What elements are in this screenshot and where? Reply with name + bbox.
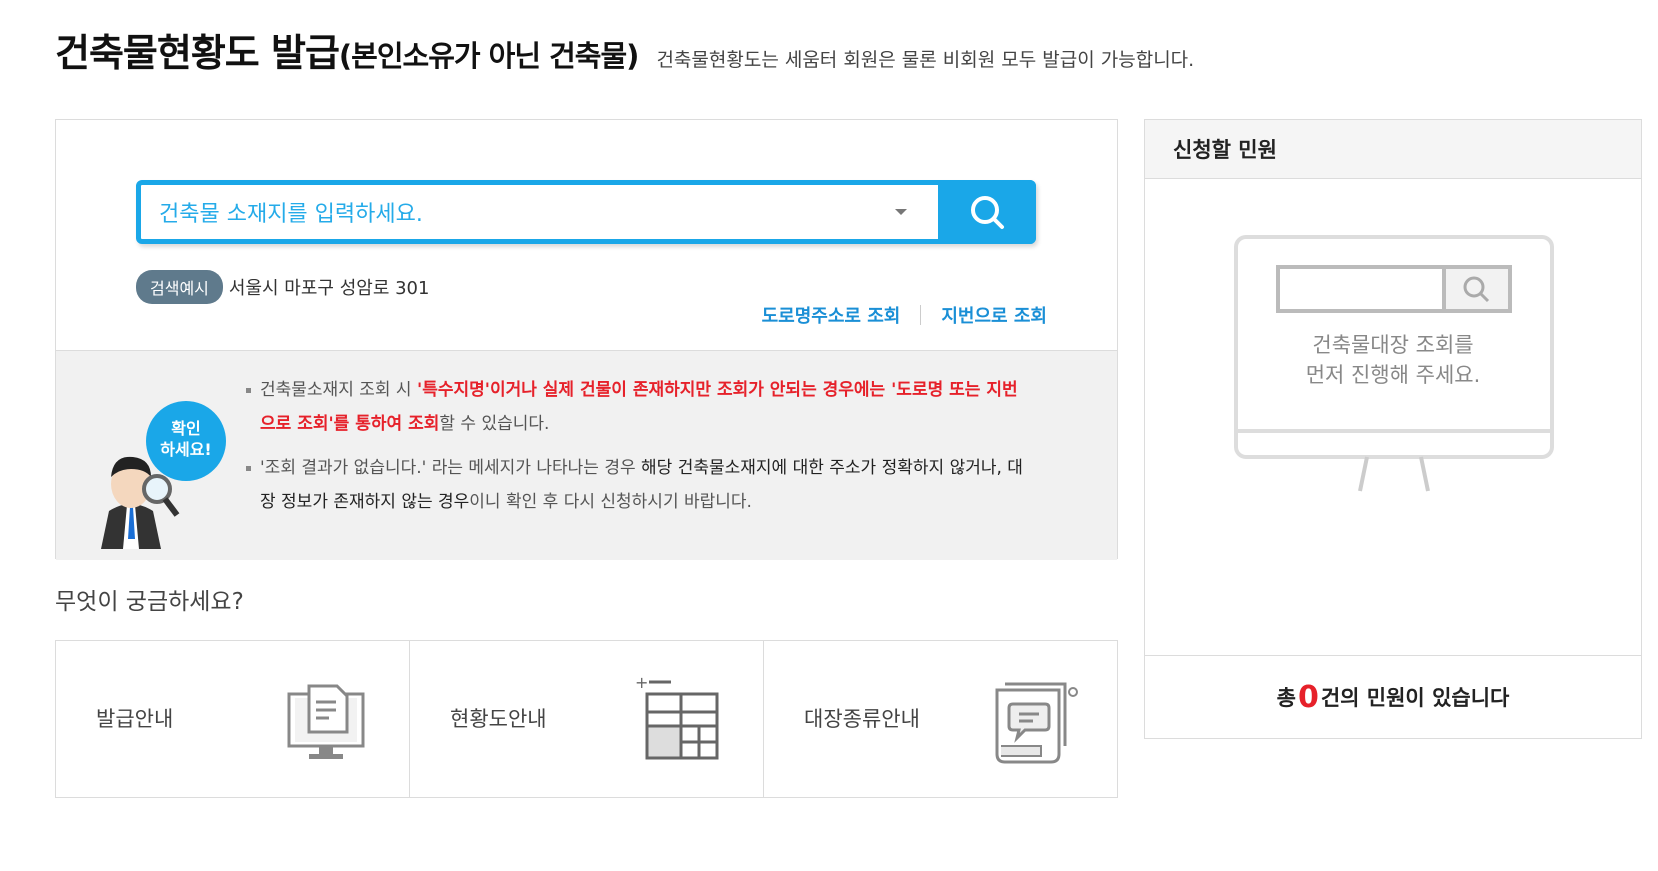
page-description: 건축물현황도는 세움터 회원은 물론 비회원 모두 발급이 가능합니다. [656,49,1195,71]
lookup-links: 도로명주소로 조회 지번으로 조회 [762,302,1047,328]
floor-plan-icon: + [635,676,719,760]
example-address: 서울시 마포구 성암로 301 [228,278,430,299]
scroll-document-icon [995,682,1078,764]
dropdown-arrow-icon[interactable] [895,209,907,215]
notice-list: 건축물소재지 조회 시 '특수지명'이거나 실제 건물이 존재하지만 조회가 안… [246,373,1026,529]
page-header: 건축물현황도 발급 (본인소유가 아닌 건축물) 건축물현황도는 세움터 회원은… [55,22,1194,77]
faq-card-issuance-guide[interactable]: 발급안내 [56,641,410,797]
road-address-lookup-link[interactable]: 도로명주소로 조회 [762,302,901,328]
faq-card-label: 현황도안내 [450,707,547,731]
empty-state-message: 건축물대장 조회를 먼저 진행해 주세요. [1305,333,1481,387]
faq-title: 무엇이 궁금하세요? [55,589,244,615]
search-button[interactable] [938,180,1036,244]
link-divider [920,305,922,325]
faq-card-label: 대장종류안내 [804,707,920,731]
search-icon [971,196,1004,229]
faq-card-register-types-guide[interactable]: 대장종류안내 [764,641,1117,797]
notice-item: '조회 결과가 없습니다.' 라는 메세지가 나타나는 경우 해당 건축물소재지… [246,451,1026,519]
search-panel: 검색예시 서울시 마포구 성암로 301 도로명주소로 조회 지번으로 조회 확… [55,119,1118,560]
notice-area: 확인 하세요! 건축물소재지 조회 시 '특수지명'이거나 실제 건물이 존재하… [56,350,1117,560]
svg-text:+: + [635,676,648,692]
request-panel: 신청할 민원 건축물대장 조회를 먼저 진행해 주세요. 총 0 건의 민원이 … [1144,119,1642,739]
request-count: 0 [1297,679,1319,715]
checking-man-illustration: 확인 하세요! [101,401,226,549]
notice-item: 건축물소재지 조회 시 '특수지명'이거나 실제 건물이 존재하지만 조회가 안… [246,373,1026,441]
request-count-summary: 총 0 건의 민원이 있습니다 [1145,655,1641,738]
lot-number-lookup-link[interactable]: 지번으로 조회 [941,302,1047,328]
search-example: 검색예시 서울시 마포구 성암로 301 [136,270,429,304]
page-title-sub: (본인소유가 아닌 건축물) [338,39,640,73]
figure-text-2: 하세요! [160,440,211,459]
search-box [136,180,1036,244]
faq-card-status-map-guide[interactable]: 현황도안내 + [410,641,764,797]
page-title: 건축물현황도 발급 [55,31,340,75]
figure-text-1: 확인 [171,419,200,438]
address-search-input[interactable] [157,193,861,235]
example-badge: 검색예시 [136,270,223,304]
monitor-document-icon [287,684,365,759]
request-panel-title: 신청할 민원 [1145,120,1641,179]
faq-cards: 발급안내 현황도안내 + 대장종류안내 [55,640,1118,798]
faq-card-label: 발급안내 [96,707,174,731]
